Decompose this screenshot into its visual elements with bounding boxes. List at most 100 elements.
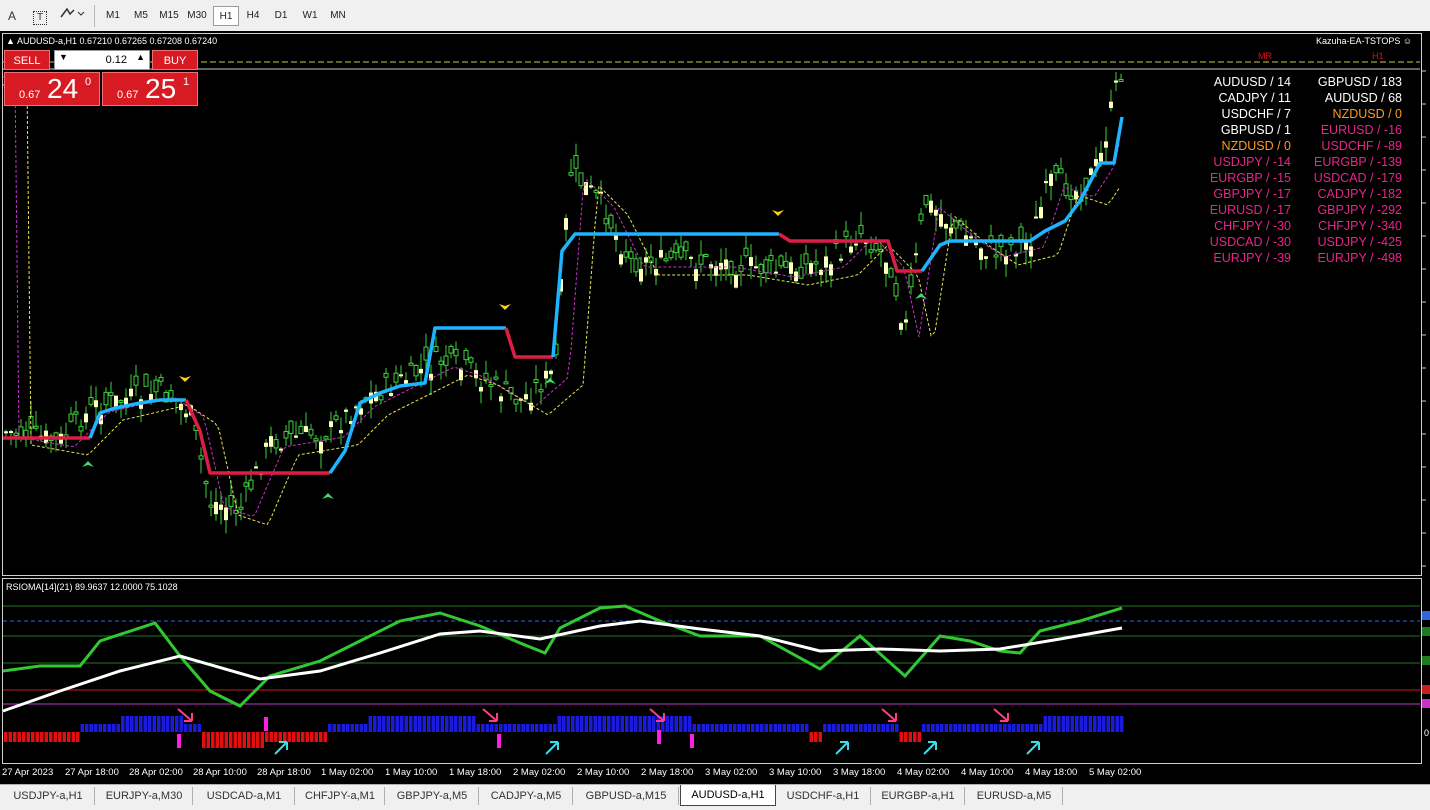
chart-tab[interactable]: CHFJPY-a,M1 — [296, 787, 385, 805]
chart-tab[interactable]: EURJPY-a,M30 — [96, 787, 193, 805]
histogram-bar-up — [427, 716, 431, 732]
chart-tab[interactable]: USDJPY-a,H1 — [2, 787, 95, 805]
histogram-bar-up — [710, 724, 714, 732]
histogram-bar-up — [971, 724, 975, 732]
histogram-bar-up — [184, 724, 188, 732]
buy-price-pips: 25 — [145, 73, 177, 104]
sell-button[interactable]: SELL — [4, 50, 50, 70]
timeframe-h1[interactable]: H1 — [213, 6, 239, 26]
histogram-bar-up — [832, 724, 836, 732]
text-box-icon[interactable]: T — [30, 6, 50, 26]
histogram-bar-up — [589, 716, 593, 732]
objects-dropdown-icon[interactable] — [58, 6, 86, 26]
chart-tab[interactable]: CADJPY-a,M5 — [480, 787, 573, 805]
histogram-bar-down — [238, 732, 242, 748]
chart-tab[interactable]: USDCAD-a,M1 — [194, 787, 295, 805]
histogram-bar-up — [341, 724, 345, 732]
timeframe-m5[interactable]: M5 — [128, 6, 154, 26]
collapse-triangle-icon[interactable]: ▲ — [6, 36, 15, 46]
candle-body-bear — [208, 504, 214, 508]
candle-body-bull — [734, 275, 738, 288]
histogram-bar-up — [409, 716, 413, 732]
candle-body-bull — [9, 431, 13, 434]
indicator-scale-marker — [1422, 627, 1430, 636]
candle-body-bull — [849, 246, 853, 253]
histogram-bar-up — [530, 724, 534, 732]
timeframe-m15[interactable]: M15 — [156, 6, 182, 26]
chart-tab[interactable]: EURUSD-a,M5 — [966, 787, 1063, 805]
histogram-bar-down — [274, 732, 278, 742]
histogram-bar-down — [310, 732, 314, 742]
sell-price[interactable]: 0.67 24 0 — [4, 72, 100, 106]
up-arrow-icon — [1026, 741, 1040, 755]
histogram-bar-up — [148, 716, 152, 732]
timeframe-m1[interactable]: M1 — [100, 6, 126, 26]
buy-price[interactable]: 0.67 25 1 — [102, 72, 198, 106]
lot-increase-icon[interactable]: ▲ — [136, 52, 145, 62]
timeframe-m30[interactable]: M30 — [184, 6, 210, 26]
chart-tabs: USDJPY-a,H1 EURJPY-a,M30 USDCAD-a,M1 CHFJPY… — [0, 784, 1430, 810]
candle-body-bull — [689, 256, 693, 259]
chart-tab[interactable]: USDCHF-a,H1 — [776, 787, 871, 805]
chart-window[interactable]: ▲ AUDUSD-a,H1 0.67210 0.67265 0.67208 0.… — [0, 31, 1430, 784]
histogram-bar-down — [242, 732, 246, 748]
candle-body-bull — [1029, 246, 1033, 257]
candle-body-bear — [108, 392, 114, 396]
histogram-bar-up — [566, 716, 570, 732]
histogram-bar-up — [359, 724, 363, 732]
candle-body-bear — [763, 259, 769, 274]
histogram-bar-up — [94, 724, 98, 732]
lot-decrease-icon[interactable]: ▼ — [59, 52, 68, 62]
histogram-bar-up — [85, 724, 89, 732]
time-axis-label: 28 Apr 10:00 — [193, 767, 247, 778]
histogram-bar-up — [1043, 716, 1047, 732]
candle-body-bear — [298, 425, 304, 435]
candle-body-bear — [568, 172, 574, 176]
histogram-bar-down — [35, 732, 39, 742]
histogram-bar-up — [422, 716, 426, 732]
lot-size-field[interactable]: ▼ 0.12 ▲ — [54, 50, 150, 70]
chart-tab[interactable]: AUDUSD-a,H1 — [680, 785, 776, 806]
timeframe-h4[interactable]: H4 — [240, 6, 266, 26]
histogram-bar-up — [728, 724, 732, 732]
histogram-bar-up — [391, 716, 395, 732]
timeframe-d1[interactable]: D1 — [268, 6, 294, 26]
candle-body-bear — [88, 396, 94, 405]
sell-price-prefix: 0.67 — [19, 89, 41, 101]
candle-body-bull — [639, 268, 643, 282]
candle-body-bear — [73, 411, 79, 415]
histogram-bar-up — [494, 724, 498, 732]
histogram-bar-up — [161, 716, 165, 732]
timeframe-w1[interactable]: W1 — [297, 6, 323, 26]
histogram-bar-up — [1102, 716, 1106, 732]
histogram-bar-up — [481, 724, 485, 732]
histogram-bar-up — [332, 724, 336, 732]
histogram-bar-up — [845, 724, 849, 732]
indicator-scale-marker — [1422, 656, 1430, 665]
histogram-bar-up — [328, 724, 332, 732]
text-a-icon[interactable]: A — [2, 6, 22, 26]
candle-body-bull — [129, 388, 133, 397]
price-chart-canvas[interactable] — [0, 31, 1430, 784]
buy-button[interactable]: BUY — [152, 50, 198, 70]
histogram-bar-up — [980, 724, 984, 732]
candle-body-bear — [198, 455, 204, 460]
histogram-bar-up — [1021, 724, 1025, 732]
histogram-bar-up — [737, 724, 741, 732]
histogram-bar-down — [229, 732, 233, 748]
histogram-bar-up — [143, 716, 147, 732]
histogram-bar-up — [112, 724, 116, 732]
chart-tab[interactable]: EURGBP-a,H1 — [872, 787, 965, 805]
histogram-bar-down — [224, 732, 228, 748]
histogram-bar-up — [80, 724, 84, 732]
candle-body-bear — [918, 213, 924, 222]
candle-body-bear — [603, 218, 609, 225]
candle-body-bull — [549, 370, 553, 375]
chart-tab[interactable]: GBPUSD-a,M15 — [574, 787, 679, 805]
candle-body-bear — [103, 391, 109, 406]
sell-signal-arrow-icon — [499, 304, 511, 310]
histogram-bar-up — [935, 724, 939, 732]
timeframe-mn[interactable]: MN — [325, 6, 351, 26]
chart-tab[interactable]: GBPJPY-a,M5 — [386, 787, 479, 805]
histogram-bar-up — [512, 724, 516, 732]
